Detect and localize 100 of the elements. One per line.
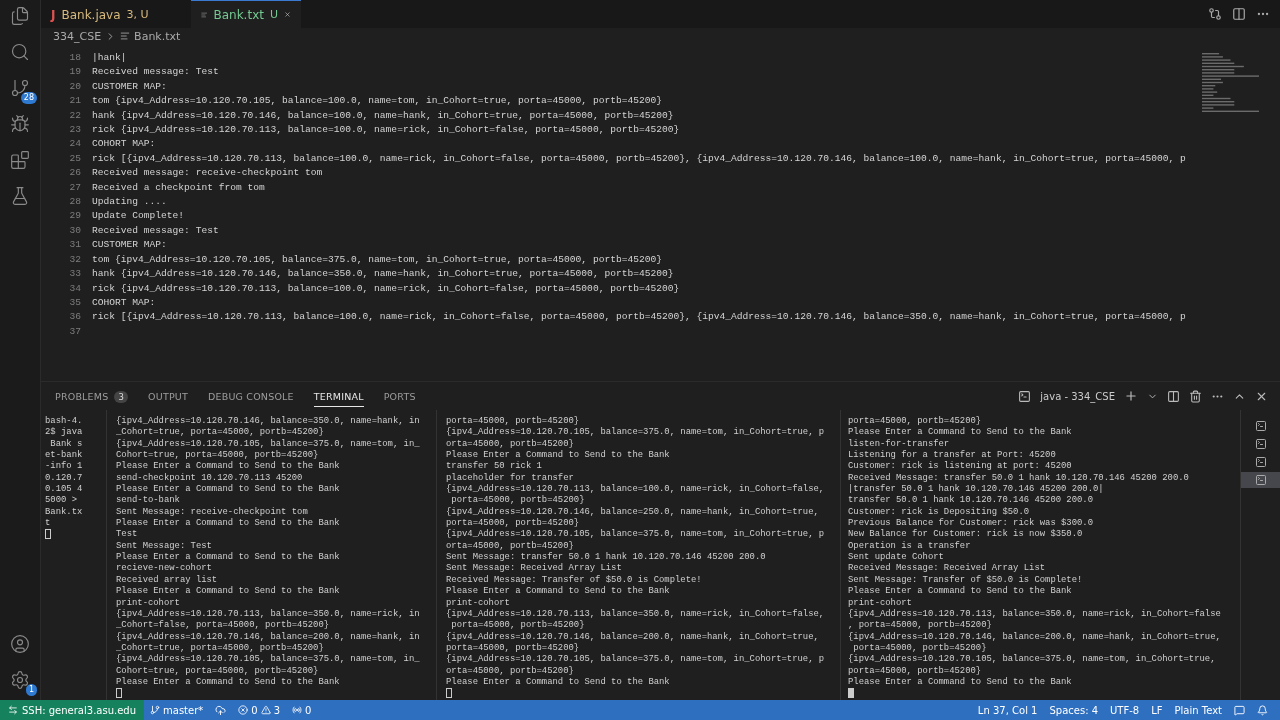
line-number: 18 — [68, 51, 82, 65]
terminal-line: Customer: rick is listening at port: 45200 — [848, 461, 1073, 473]
terminal-line: send-to-bank — [116, 495, 181, 507]
terminal-line: porta=45000, portb=45200} — [450, 620, 586, 632]
panel-tab[interactable]: TERMINAL — [313, 385, 364, 407]
panel-tab[interactable]: PORTS — [383, 385, 416, 407]
terminal-line: Sent update Cohort — [848, 552, 945, 563]
terminal-line: Please Enter a Command to Send to the Bank — [446, 676, 671, 689]
terminal-line: {ipv4_Address=10.120.70.146, balance=250.0, name=hank, in_Cohort=true, — [446, 506, 820, 518]
extensions-icon[interactable] — [10, 150, 30, 170]
ports-indicator[interactable]: 0 — [286, 704, 318, 716]
terminal-line: {ipv4_Address=10.120.70.113, balance=350.0, name=rick, in — [116, 608, 421, 620]
terminal-line: Cohort=true, porta=45000, portb=45200} — [116, 665, 320, 677]
status-item[interactable]: Plain Text — [1168, 704, 1228, 716]
terminal-line: Please Enter a Command to Send to the Bank — [446, 450, 671, 461]
terminal-line: listen-for-transfer — [848, 438, 951, 450]
terminal-line: Cohort=true, porta=45000, portb=45200} — [116, 450, 320, 461]
terminal-line: _Cohort=true, porta=45000, portb=45200} — [116, 642, 325, 654]
line-number: 30 — [68, 223, 82, 238]
files-icon[interactable] — [10, 6, 30, 26]
code-line: Received message: receive-checkpoint tom — [92, 166, 323, 181]
add-icon[interactable] — [1124, 389, 1138, 403]
terminal-line: porta=45000, portb=45200} — [450, 495, 586, 507]
remote-indicator[interactable]: SSH: general3.asu.edu — [0, 700, 144, 720]
java-file-icon: J — [51, 7, 56, 22]
terminal-list-item[interactable] — [1241, 472, 1280, 488]
terminal-line: et-bank — [45, 450, 84, 461]
terminal-line: Bank.tx — [45, 506, 84, 519]
search-icon[interactable] — [10, 42, 30, 62]
line-number: 21 — [68, 94, 82, 109]
terminal-line: orta=45000, portb=45200} — [446, 540, 575, 552]
terminal-line: Please Enter a Command to Send to the Bank — [116, 484, 341, 495]
line-number: 36 — [68, 310, 82, 325]
terminal-line: Please Enter a Command to Send to the Bank — [116, 552, 341, 563]
terminal-line: Sent Message: Transfer of $50.0 is Complete! — [848, 574, 1084, 586]
terminal-line: Listening for a transfer at Port: 45200 — [848, 450, 1057, 461]
editor-tab[interactable]: Bank.txt U — [191, 0, 301, 28]
terminal-line: transfer 50.0 1 hank 10.120.70.146 45200 200.0 — [848, 495, 1094, 507]
code-line: hank {ipv4_Address=10.120.70.146, balance=350.0, name=hank, in_Cohort=true, porta=45000, portb=45200} — [92, 267, 674, 282]
problems-indicator[interactable]: 0 3 — [232, 704, 287, 716]
panel-tab[interactable]: DEBUG CONSOLE — [208, 385, 294, 407]
bell-icon[interactable] — [1257, 704, 1268, 716]
terminal-line: {ipv4_Address=10.120.70.105, balance=375.0, name=tom, in_Cohort=true, — [848, 654, 1217, 666]
terminal-line: Please Enter a Command to Send to the Bank — [116, 586, 341, 598]
terminal-line: Please Enter a Command to Send to the Bank — [116, 518, 341, 530]
split-terminal-icon[interactable] — [1167, 389, 1180, 403]
code-line: rick [{ipv4_Address=10.120.70.113, balance=100.0, name=rick, in_Cohort=false, porta=45000, portb=45200}, {ipv4_Address=10.120.70.146, balance=100.0, name=hank, in_Cohort=true, porta=45000, p — [92, 151, 1186, 166]
terminal-line: Please Enter a Command to Send to the Bank — [116, 676, 341, 689]
terminal-line: Received Message: Received Array List — [848, 563, 1047, 575]
code-line: CUSTOMER MAP: — [92, 238, 167, 253]
count-badge: 3 — [114, 390, 129, 403]
status-item[interactable]: UTF-8 — [1104, 704, 1146, 716]
trash-icon[interactable] — [1189, 389, 1202, 403]
tab-status: 3, U — [126, 8, 149, 21]
code-line: COHORT MAP: — [92, 137, 156, 152]
terminal-line: Sent Message: receive-checkpoint tom — [116, 506, 309, 518]
flask-icon[interactable] — [10, 186, 30, 206]
breadcrumb-item[interactable]: 334_CSE — [53, 29, 102, 43]
terminal-line: Please Enter a Command to Send to the Bank — [116, 461, 341, 473]
panel-tab[interactable]: PROBLEMS 3 — [55, 384, 129, 408]
split-editor-icon[interactable] — [1232, 7, 1246, 21]
sync-icon[interactable] — [215, 704, 227, 716]
line-number: 20 — [68, 79, 82, 94]
compare-icon[interactable] — [1208, 7, 1222, 21]
code-line: rick {ipv4_Address=10.120.70.113, balance=100.0, name=rick, in_Cohort=false, porta=45000, portb=45200} — [92, 123, 680, 138]
code-line: CUSTOMER MAP: — [92, 79, 167, 94]
terminal-line: Previous Balance for Customer: rick was $300.0 — [848, 518, 1094, 529]
terminal-line: Please Enter a Command to Send to the Bank — [848, 676, 1073, 689]
status-item[interactable]: Ln 37, Col 1 — [971, 704, 1044, 716]
terminal-line: {ipv4_Address=10.120.70.113, balance=350.0, name=rick, in_Cohort=false, — [446, 608, 826, 620]
code-line: |hank| — [92, 51, 127, 65]
terminal-line: 5000 > — [45, 495, 78, 507]
terminal-line: porta=45000, portb=45200} — [446, 518, 581, 529]
terminal-line: 0.120.7 — [45, 472, 84, 485]
terminal-icon — [1254, 420, 1267, 432]
terminal-line: Operation is a transfer — [848, 540, 972, 552]
settings-icon[interactable] — [10, 670, 30, 690]
status-item[interactable]: LF — [1145, 704, 1169, 716]
terminal-line: Bank s — [49, 438, 84, 450]
feedback-icon[interactable] — [1234, 704, 1245, 716]
tab-label: Bank.txt — [213, 7, 264, 22]
status-item[interactable]: Spaces: 4 — [1043, 704, 1105, 716]
count-badge: 1 — [25, 684, 37, 696]
terminal-line: {ipv4_Address=10.120.70.105, balance=375.0, name=tom, in_Cohort=true, p — [446, 654, 826, 666]
terminal-line: Received array list — [116, 574, 219, 586]
line-number: 26 — [68, 166, 82, 181]
line-number: 33 — [68, 267, 82, 282]
terminal-line: _Cohort=true, porta=45000, portb=45200} — [116, 427, 325, 439]
panel-tab[interactable]: OUTPUT — [148, 385, 188, 407]
terminal-line: Sent Message: Received Array List — [446, 563, 623, 575]
run-debug-icon[interactable] — [10, 114, 30, 134]
breadcrumb-item[interactable]: Bank.txt — [134, 29, 181, 43]
account-icon[interactable] — [10, 634, 30, 654]
terminal-line: Sent Message: Test — [116, 540, 213, 552]
code-line: Update Complete! — [92, 209, 185, 224]
branch-indicator[interactable]: master* — [144, 704, 210, 716]
text-file-icon — [120, 31, 131, 41]
terminal-line: , porta=45000, portb=45200} — [848, 620, 993, 632]
terminal-line: {ipv4_Address=10.120.70.146, balance=200.0, name=hank, in — [116, 631, 421, 643]
terminal-name[interactable]: java - 334_CSE — [1040, 390, 1115, 402]
